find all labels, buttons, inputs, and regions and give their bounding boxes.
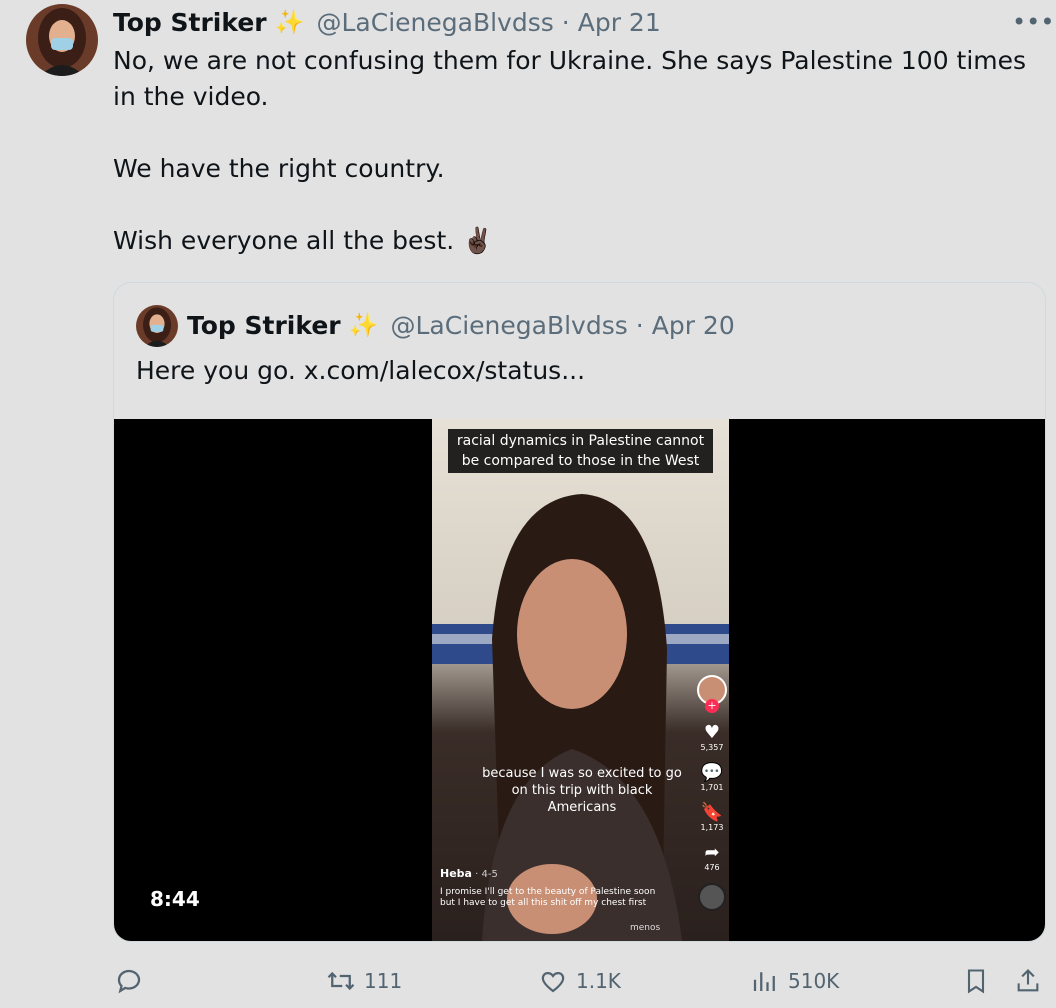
quoted-text: Here you go. x.com/lalecox/status... <box>136 356 586 385</box>
bookmark-button[interactable] <box>962 966 990 996</box>
video-side-actions: + ♥ 5,357 💬 1,701 🔖 1,173 ➦ 476 <box>694 675 729 921</box>
views-count: 510K <box>788 969 840 993</box>
tweet-header: Top Striker ✨ @LaCienegaBlvdss · Apr 21 <box>113 4 661 40</box>
quoted-tweet[interactable]: Top Striker ✨ @LaCienegaBlvdss · Apr 20 … <box>113 282 1046 942</box>
date-separator: · <box>635 310 644 340</box>
views-bar-chart-icon <box>753 972 775 991</box>
tweet-text: No, we are not confusing them for Ukrain… <box>113 43 1043 259</box>
retweet-icon <box>327 971 355 991</box>
creator-description: I promise I'll get to the beauty of Pale… <box>440 887 656 908</box>
author-handle[interactable]: @LaCienegaBlvdss <box>317 8 554 37</box>
sparkle-icon: ✨ <box>348 311 379 339</box>
video-share: ➦ 476 <box>694 843 729 873</box>
video-comment: 💬 1,701 <box>694 763 729 793</box>
menos-label: menos <box>630 923 661 933</box>
views-button[interactable]: 510K <box>750 966 839 996</box>
quoted-header: Top Striker ✨ @LaCienegaBlvdss · Apr 20 <box>187 307 735 343</box>
video-like: ♥ 5,357 <box>694 723 729 753</box>
quoted-author-handle: @LaCienegaBlvdss <box>390 310 628 340</box>
video-creator-info: Heba · 4-5 I promise I'll get to the bea… <box>440 862 670 909</box>
creator-date: 4-5 <box>481 869 498 880</box>
quoted-author-name: Top Striker <box>187 310 341 340</box>
creator-avatar-small: + <box>694 675 729 713</box>
bookmark-icon: 🔖 <box>700 802 724 823</box>
author-name[interactable]: Top Striker <box>113 8 267 37</box>
heart-outline-icon <box>541 971 565 993</box>
quoted-author-avatar[interactable] <box>136 305 178 347</box>
author-avatar[interactable] <box>26 4 98 76</box>
like-count: 1.1K <box>576 969 621 993</box>
share-arrow-icon: ➦ <box>704 842 720 863</box>
bookmark-outline-icon <box>967 969 985 994</box>
video-caption-top: racial dynamics in Palestine cannot be c… <box>448 429 713 473</box>
comment-bubble-icon: 💬 <box>700 762 724 783</box>
heart-icon: ♥ <box>703 722 721 743</box>
tweet-action-bar: 111 1.1K 510K <box>0 960 1056 1008</box>
date-separator: · <box>561 7 570 37</box>
sound-disc-icon <box>694 883 729 911</box>
tweet-line-3: Wish everyone all the best. ✌🏿 <box>113 226 494 255</box>
creator-name: Heba <box>440 867 472 880</box>
video-save: 🔖 1,173 <box>694 803 729 833</box>
video-caption-middle: because I was so excited to go on this t… <box>482 766 682 815</box>
more-options-icon[interactable]: ••• <box>1012 8 1054 36</box>
share-button[interactable] <box>1014 966 1042 996</box>
video-frame: racial dynamics in Palestine cannot be c… <box>432 419 729 941</box>
video-player[interactable]: racial dynamics in Palestine cannot be c… <box>114 419 1045 941</box>
quoted-date: Apr 20 <box>651 310 735 340</box>
like-button[interactable]: 1.1K <box>538 966 621 996</box>
reply-button[interactable] <box>114 966 144 996</box>
retweet-button[interactable]: 111 <box>326 966 402 996</box>
tweet-date[interactable]: Apr 21 <box>578 8 661 37</box>
tweet-line-2: We have the right country. <box>113 154 445 183</box>
sparkle-icon: ✨ <box>274 8 305 36</box>
tweet-line-1: No, we are not confusing them for Ukrain… <box>113 46 1027 111</box>
reply-icon <box>117 969 141 994</box>
retweet-count: 111 <box>364 969 403 993</box>
video-duration: 8:44 <box>150 887 200 911</box>
share-upload-icon <box>1017 969 1039 992</box>
